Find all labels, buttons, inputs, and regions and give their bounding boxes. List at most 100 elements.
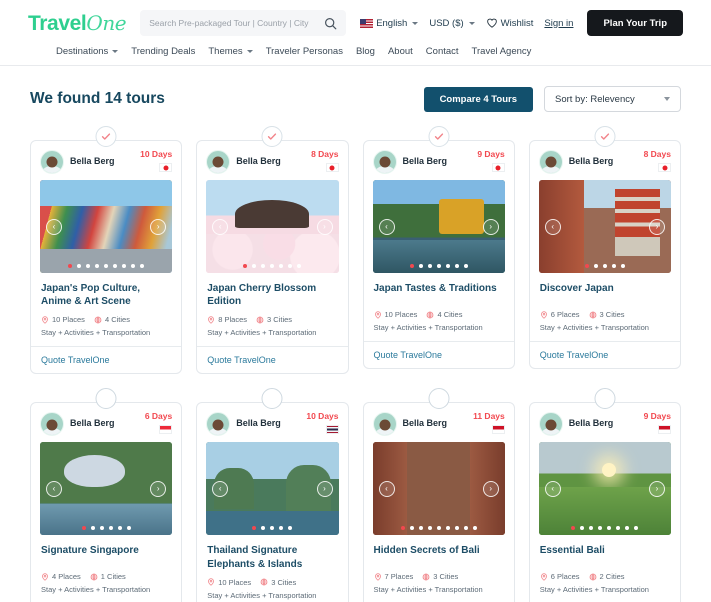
carousel-dot[interactable] bbox=[427, 526, 432, 531]
carousel-dot[interactable] bbox=[122, 264, 127, 268]
carousel-dot[interactable] bbox=[445, 526, 450, 531]
carousel-dot[interactable] bbox=[279, 264, 284, 268]
compare-select-toggle[interactable] bbox=[594, 126, 616, 147]
carousel-dot[interactable] bbox=[270, 526, 275, 531]
carousel-dot[interactable] bbox=[634, 526, 639, 531]
carousel-next-button[interactable]: › bbox=[316, 218, 333, 235]
carousel-prev-button[interactable]: ‹ bbox=[378, 218, 395, 235]
tour-title[interactable]: Signature Singapore bbox=[31, 535, 181, 565]
quote-link[interactable]: Quote TravelOne bbox=[529, 341, 680, 368]
carousel-next-button[interactable]: › bbox=[649, 218, 665, 235]
compare-select-toggle[interactable] bbox=[428, 388, 450, 410]
carousel-dot[interactable] bbox=[580, 526, 585, 531]
tour-card[interactable]: Bella Berg 10 Days ‹ › Thailand Signatur… bbox=[196, 402, 349, 602]
carousel-dot[interactable] bbox=[427, 264, 432, 268]
tour-image-carousel[interactable]: ‹ › bbox=[40, 442, 173, 536]
compare-select-toggle[interactable] bbox=[95, 126, 117, 147]
compare-select-toggle[interactable] bbox=[261, 126, 283, 147]
quote-link[interactable]: Quote TravelOne bbox=[197, 346, 348, 373]
tour-title[interactable]: Japan Tastes & Traditions bbox=[364, 273, 514, 303]
carousel-dot[interactable] bbox=[418, 264, 423, 268]
carousel-dot[interactable] bbox=[117, 526, 122, 531]
carousel-prev-button[interactable]: ‹ bbox=[544, 218, 561, 235]
carousel-prev-button[interactable]: ‹ bbox=[212, 480, 229, 497]
carousel-dot[interactable] bbox=[95, 264, 100, 268]
tour-image-carousel[interactable]: ‹ › bbox=[538, 180, 671, 273]
nav-item-destinations[interactable]: Destinations bbox=[56, 46, 119, 57]
carousel-dot[interactable] bbox=[288, 264, 293, 268]
compare-select-toggle[interactable] bbox=[261, 388, 283, 410]
carousel-dot[interactable] bbox=[68, 264, 73, 268]
carousel-dot[interactable] bbox=[602, 264, 607, 268]
carousel-dot[interactable] bbox=[131, 264, 136, 268]
compare-select-toggle[interactable] bbox=[594, 388, 616, 410]
carousel-next-button[interactable]: › bbox=[482, 218, 499, 235]
carousel-dot[interactable] bbox=[288, 526, 293, 531]
compare-select-toggle[interactable] bbox=[428, 126, 450, 147]
carousel-next-button[interactable]: › bbox=[649, 480, 665, 497]
carousel-dot[interactable] bbox=[409, 264, 414, 268]
carousel-prev-button[interactable]: ‹ bbox=[46, 218, 62, 235]
nav-item-traveler-personas[interactable]: Traveler Personas bbox=[266, 46, 343, 57]
carousel-dot[interactable] bbox=[297, 264, 302, 268]
search-box[interactable] bbox=[140, 10, 347, 36]
nav-item-travel-agency[interactable]: Travel Agency bbox=[472, 46, 532, 57]
carousel-dot[interactable] bbox=[108, 526, 113, 531]
carousel-dot[interactable] bbox=[261, 264, 266, 268]
nav-item-contact[interactable]: Contact bbox=[426, 46, 459, 57]
tour-image-carousel[interactable]: ‹ › bbox=[206, 442, 339, 536]
carousel-dot[interactable] bbox=[261, 526, 266, 531]
nav-item-themes[interactable]: Themes bbox=[208, 46, 253, 57]
tour-card[interactable]: Bella Berg 9 Days ‹ › Essential Bali 6 P… bbox=[528, 402, 681, 602]
carousel-dot[interactable] bbox=[81, 526, 86, 531]
wishlist-link[interactable]: Wishlist bbox=[486, 17, 533, 29]
language-selector[interactable]: English bbox=[360, 18, 419, 29]
nav-item-blog[interactable]: Blog bbox=[356, 46, 375, 57]
tour-title[interactable]: Thailand Signature Elephants & Islands bbox=[197, 535, 347, 570]
tour-card[interactable]: Bella Berg 11 Days ‹ › Hidden Secrets of… bbox=[362, 402, 515, 602]
carousel-dot[interactable] bbox=[593, 264, 598, 268]
carousel-dot[interactable] bbox=[454, 264, 459, 268]
nav-item-trending-deals[interactable]: Trending Deals bbox=[131, 46, 195, 57]
tour-image-carousel[interactable]: ‹ › bbox=[40, 180, 173, 273]
carousel-dot[interactable] bbox=[589, 526, 594, 531]
search-icon[interactable] bbox=[324, 17, 337, 30]
tour-card[interactable]: Bella Berg 8 Days ‹ › Discover Japan 6 P… bbox=[528, 140, 681, 369]
carousel-next-button[interactable]: › bbox=[150, 218, 167, 235]
carousel-prev-button[interactable]: ‹ bbox=[544, 480, 561, 497]
sort-dropdown[interactable]: Sort by: Relevency bbox=[544, 86, 681, 112]
signin-link[interactable]: Sign in bbox=[544, 18, 573, 29]
carousel-dot[interactable] bbox=[243, 264, 248, 268]
carousel-dot[interactable] bbox=[140, 264, 145, 268]
carousel-dot[interactable] bbox=[77, 264, 82, 268]
carousel-dot[interactable] bbox=[463, 264, 468, 268]
carousel-dot[interactable] bbox=[454, 526, 459, 531]
carousel-next-button[interactable]: › bbox=[316, 480, 333, 497]
carousel-dot[interactable] bbox=[126, 526, 131, 531]
tour-title[interactable]: Japan's Pop Culture, Anime & Art Scene bbox=[31, 273, 181, 308]
carousel-dot[interactable] bbox=[607, 526, 612, 531]
carousel-dot[interactable] bbox=[104, 264, 109, 268]
search-input[interactable] bbox=[149, 18, 325, 28]
carousel-dot[interactable] bbox=[270, 264, 275, 268]
carousel-dot[interactable] bbox=[584, 264, 589, 268]
carousel-dot[interactable] bbox=[620, 264, 625, 268]
compare-tours-button[interactable]: Compare 4 Tours bbox=[423, 86, 533, 112]
nav-item-about[interactable]: About bbox=[388, 46, 413, 57]
tour-title[interactable]: Essential Bali bbox=[530, 535, 680, 565]
carousel-dot[interactable] bbox=[113, 264, 118, 268]
compare-select-toggle[interactable] bbox=[95, 388, 117, 410]
carousel-next-button[interactable]: › bbox=[482, 480, 499, 497]
carousel-dot[interactable] bbox=[598, 526, 603, 531]
carousel-dot[interactable] bbox=[418, 526, 423, 531]
site-logo[interactable]: TravelOne bbox=[28, 11, 127, 36]
tour-title[interactable]: Japan Cherry Blossom Edition bbox=[197, 273, 347, 308]
currency-selector[interactable]: USD ($) bbox=[429, 18, 475, 29]
carousel-prev-button[interactable]: ‹ bbox=[212, 218, 229, 235]
carousel-prev-button[interactable]: ‹ bbox=[46, 480, 62, 497]
tour-title[interactable]: Discover Japan bbox=[530, 273, 680, 303]
tour-card[interactable]: Bella Berg 6 Days ‹ › Signature Singapor… bbox=[30, 402, 183, 602]
carousel-dot[interactable] bbox=[86, 264, 91, 268]
carousel-dot[interactable] bbox=[616, 526, 621, 531]
tour-title[interactable]: Hidden Secrets of Bali bbox=[364, 535, 514, 565]
